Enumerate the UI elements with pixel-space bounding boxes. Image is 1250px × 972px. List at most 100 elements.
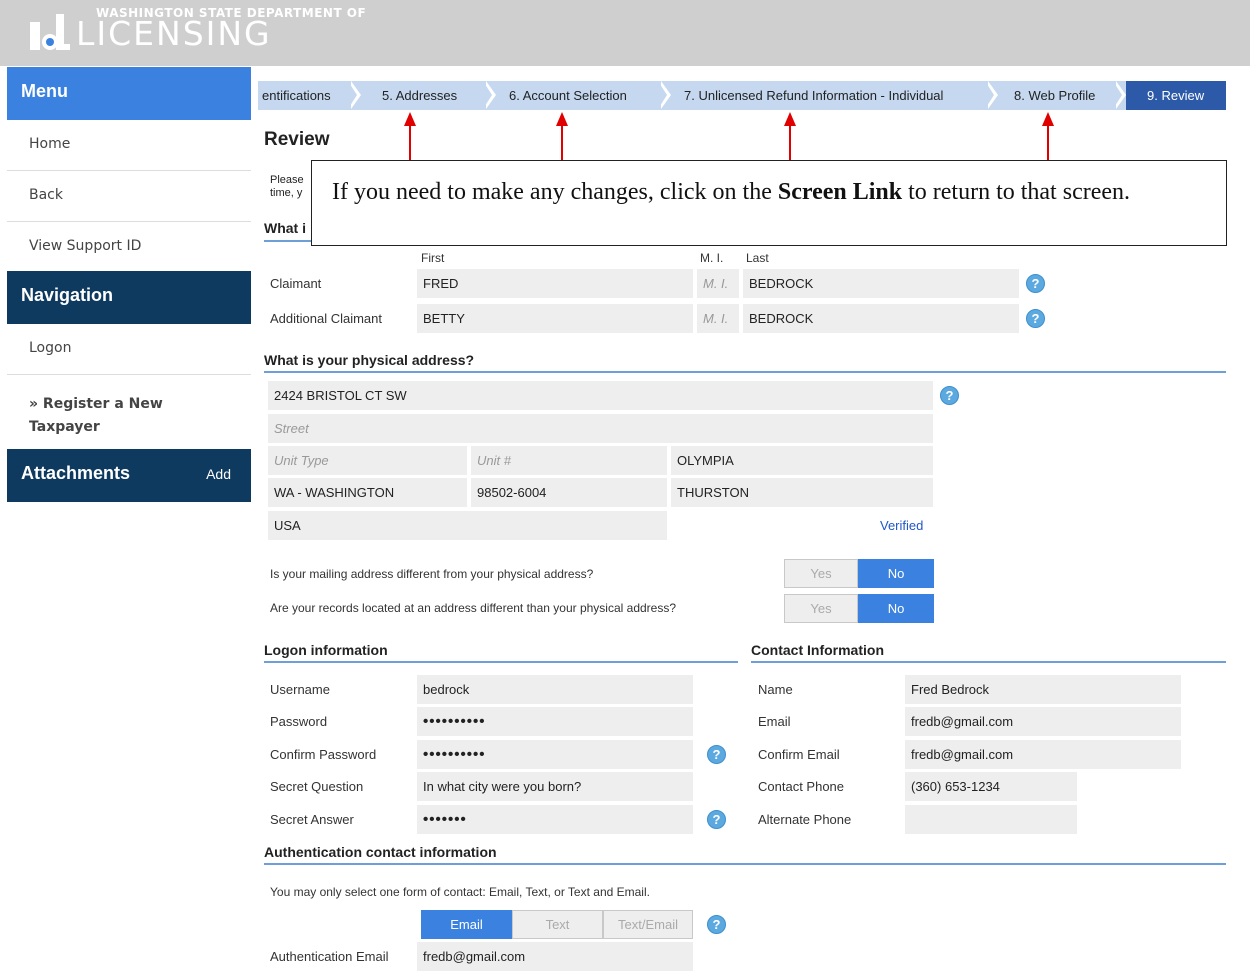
section-rule — [264, 661, 738, 663]
wizard-breadcrumb: entifications 5. Addresses 6. Account Se… — [258, 81, 1226, 110]
county-field[interactable]: THURSTON — [671, 478, 933, 507]
email-label: Email — [758, 714, 791, 729]
mailing-question: Is your mailing address different from y… — [270, 567, 594, 581]
intro-line: time, y — [270, 187, 303, 199]
intro-text: Please time, y — [270, 174, 304, 200]
confirm-password-field[interactable]: •••••••••• — [417, 740, 693, 769]
contact-phone-field[interactable]: (360) 653-1234 — [905, 772, 1077, 801]
confirm-email-field[interactable]: fredb@gmail.com — [905, 740, 1181, 769]
callout-text: to return to that screen. — [902, 179, 1131, 205]
crumb-addresses[interactable]: 5. Addresses — [382, 81, 457, 110]
help-icon[interactable]: ? — [707, 810, 726, 829]
menu-item-back[interactable]: Back — [7, 171, 251, 222]
crumb-web-profile[interactable]: 8. Web Profile — [1014, 81, 1095, 110]
additional-claimant-label: Additional Claimant — [270, 311, 383, 326]
attachments-add-link[interactable]: Add — [206, 466, 231, 482]
alternate-phone-field[interactable] — [905, 805, 1077, 834]
claimant-last-field[interactable]: BEDROCK — [743, 269, 1019, 298]
unit-number-field[interactable]: Unit # — [471, 446, 667, 475]
street2-field[interactable]: Street — [268, 414, 933, 443]
attachments-title: Attachments — [21, 463, 131, 483]
mailing-no-toggle[interactable]: No — [858, 559, 934, 588]
username-field[interactable]: bedrock — [417, 675, 693, 704]
callout-text: If you need to make any changes, click o… — [332, 179, 778, 205]
records-question: Are your records located at an address d… — [270, 601, 677, 615]
claimant-first-field[interactable]: FRED — [417, 269, 693, 298]
additional-claimant-first-field[interactable]: BETTY — [417, 304, 693, 333]
logon-info-title: Logon information — [264, 642, 388, 658]
red-arrow-line — [409, 124, 411, 162]
section-rule — [751, 661, 1226, 663]
claimant-label: Claimant — [270, 276, 322, 291]
confirm-email-label: Confirm Email — [758, 747, 840, 762]
site-header: WASHINGTON STATE DEPARTMENT OF LICENSING — [0, 0, 1250, 66]
auth-email-label: Authentication Email — [270, 949, 389, 964]
page-title: Review — [264, 129, 330, 150]
auth-email-field[interactable]: fredb@gmail.com — [417, 942, 693, 971]
secret-question-label: Secret Question — [270, 779, 364, 794]
name-label: Name — [758, 682, 793, 697]
auth-email-option[interactable]: Email — [421, 910, 512, 939]
records-yes-toggle[interactable]: Yes — [784, 594, 858, 623]
alternate-phone-label: Alternate Phone — [758, 812, 852, 827]
physical-address-title: What is your physical address? — [264, 352, 475, 368]
help-icon[interactable]: ? — [1026, 309, 1045, 328]
red-arrow-line — [1047, 124, 1049, 162]
attachments-header: Attachments Add — [7, 449, 251, 502]
confirm-password-label: Confirm Password — [270, 747, 377, 762]
red-arrow-line — [789, 124, 791, 162]
dol-logo-icon — [30, 14, 70, 50]
secret-answer-label: Secret Answer — [270, 812, 354, 827]
help-icon[interactable]: ? — [1026, 274, 1045, 293]
nav-item-logon[interactable]: Logon — [7, 324, 251, 375]
auth-text-option[interactable]: Text — [512, 910, 603, 939]
col-last: Last — [746, 251, 769, 265]
menu-header: Menu — [7, 67, 251, 120]
verified-link[interactable]: Verified — [880, 518, 923, 533]
instruction-callout: If you need to make any changes, click o… — [311, 160, 1227, 246]
secret-question-field[interactable]: In what city were you born? — [417, 772, 693, 801]
intro-line: Please — [270, 174, 304, 186]
city-field[interactable]: OLYMPIA — [671, 446, 933, 475]
state-field[interactable]: WA - WASHINGTON — [268, 478, 467, 507]
zip-field[interactable]: 98502-6004 — [471, 478, 667, 507]
username-label: Username — [270, 682, 330, 697]
records-no-toggle[interactable]: No — [858, 594, 934, 623]
name-field[interactable]: Fred Bedrock — [905, 675, 1181, 704]
auth-text-email-option[interactable]: Text/Email — [603, 910, 693, 939]
contact-info-title: Contact Information — [751, 642, 884, 658]
agency-name: LICENSING — [76, 14, 272, 53]
help-icon[interactable]: ? — [707, 745, 726, 764]
secret-answer-field[interactable]: ••••••• — [417, 805, 693, 834]
help-icon[interactable]: ? — [940, 386, 959, 405]
callout-bold: Screen Link — [777, 179, 903, 205]
auth-note: You may only select one form of contact:… — [270, 885, 650, 899]
red-arrow-line — [561, 124, 563, 162]
menu-item-home[interactable]: Home — [7, 120, 251, 171]
help-icon[interactable]: ? — [707, 915, 726, 934]
contact-phone-label: Contact Phone — [758, 779, 845, 794]
section-title-partial: What i — [264, 220, 306, 236]
section-rule — [264, 371, 1226, 373]
crumb-review: 9. Review — [1147, 88, 1205, 103]
nav-item-register-taxpayer[interactable]: » Register a New Taxpayer — [7, 375, 187, 449]
password-label: Password — [270, 714, 328, 729]
street-field[interactable]: 2424 BRISTOL CT SW — [268, 381, 933, 410]
col-first: First — [421, 251, 445, 265]
mailing-yes-toggle[interactable]: Yes — [784, 559, 858, 588]
menu-item-view-support-id[interactable]: View Support ID — [7, 222, 251, 273]
navigation-header: Navigation — [7, 271, 251, 324]
crumb-account-selection[interactable]: 6. Account Selection — [509, 81, 627, 110]
crumb-unlicensed-refund[interactable]: 7. Unlicensed Refund Information - Indiv… — [684, 81, 943, 110]
password-field[interactable]: •••••••••• — [417, 707, 693, 736]
email-field[interactable]: fredb@gmail.com — [905, 707, 1181, 736]
additional-claimant-mi-field[interactable]: M. I. — [697, 304, 739, 333]
auth-info-title: Authentication contact information — [264, 844, 497, 860]
section-rule — [264, 863, 1226, 865]
unit-type-field[interactable]: Unit Type — [268, 446, 467, 475]
country-field[interactable]: USA — [268, 511, 667, 540]
claimant-mi-field[interactable]: M. I. — [697, 269, 739, 298]
additional-claimant-last-field[interactable]: BEDROCK — [743, 304, 1019, 333]
col-mi: M. I. — [700, 251, 724, 265]
crumb-identifications[interactable]: entifications — [262, 81, 331, 110]
